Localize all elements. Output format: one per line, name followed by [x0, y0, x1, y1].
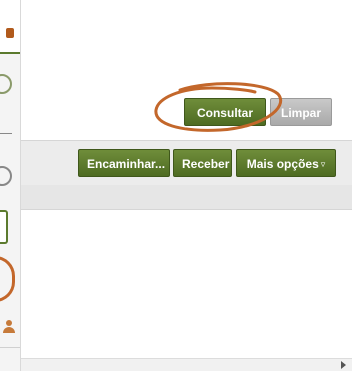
- sidebar-circle-icon[interactable]: [0, 166, 12, 186]
- mais-opcoes-label: Mais opções: [246, 157, 319, 171]
- table-header: [21, 185, 352, 210]
- receber-button[interactable]: Receber: [173, 149, 232, 177]
- sidebar-header-icon[interactable]: [6, 28, 14, 38]
- sidebar: [0, 0, 21, 371]
- limpar-button[interactable]: Limpar: [270, 98, 332, 126]
- page: Consultar Limpar Encaminhar... Receber M…: [0, 0, 352, 371]
- sidebar-header: [0, 0, 20, 54]
- sidebar-circle-icon[interactable]: [0, 74, 12, 94]
- sidebar-divider: [0, 133, 12, 134]
- encaminhar-button[interactable]: Encaminhar...: [78, 149, 170, 177]
- annotation-arc: [0, 256, 15, 302]
- sidebar-green-button[interactable]: [0, 210, 8, 244]
- consultar-button[interactable]: Consultar: [184, 98, 266, 126]
- sidebar-divider: [0, 347, 20, 348]
- user-icon[interactable]: [2, 320, 16, 334]
- mais-opcoes-button[interactable]: Mais opções ▿: [236, 149, 336, 177]
- horizontal-scrollbar[interactable]: [21, 358, 352, 371]
- dropdown-arrow-icon: ▿: [320, 159, 326, 169]
- chevron-right-icon[interactable]: [341, 361, 346, 369]
